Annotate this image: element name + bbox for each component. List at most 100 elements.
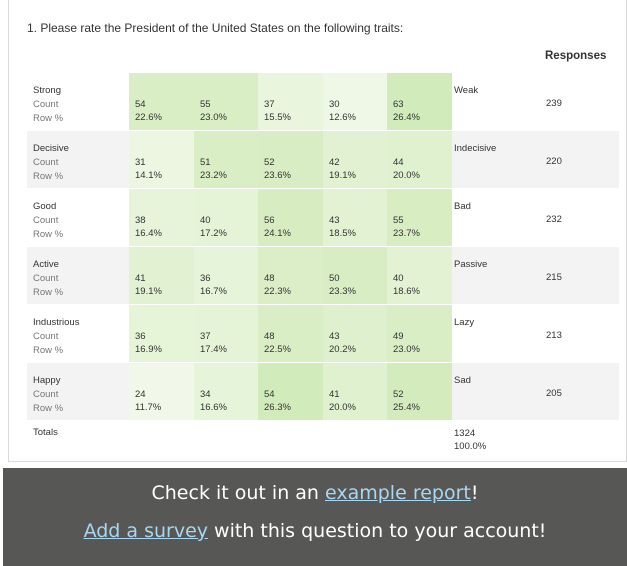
score-count: 30 (329, 99, 340, 110)
score-percent: 23.3% (329, 286, 356, 297)
score-percent: 22.6% (135, 112, 162, 123)
score-cell: 55 23.0% (194, 73, 259, 130)
score-percent: 20.0% (329, 402, 356, 413)
responses-count: 205 (546, 388, 562, 399)
score-cell: 37 15.5% (258, 73, 323, 130)
opposite-trait-label: Sad (454, 375, 471, 386)
score-cell: 48 22.5% (258, 305, 323, 362)
score-percent: 17.4% (200, 344, 227, 355)
score-cell: 24 11.7% (129, 363, 194, 420)
trait-label-cell: Decisive Count Row % (33, 142, 69, 184)
score-count: 41 (135, 273, 146, 284)
add-survey-link[interactable]: Add a survey (84, 520, 208, 542)
responses-header: Responses (545, 50, 607, 62)
score-count: 36 (200, 273, 211, 284)
trait-label-cell: Strong Count Row % (33, 84, 63, 126)
opposite-trait-label: Indecisive (454, 143, 497, 154)
score-percent: 24.1% (264, 228, 291, 239)
score-count: 51 (200, 157, 211, 168)
score-count: 49 (393, 331, 404, 342)
score-count: 41 (329, 389, 340, 400)
score-count: 38 (135, 215, 146, 226)
trait-name: Decisive (33, 143, 69, 154)
table-row: Active Count Row % 41 19.1% 36 16.7% 48 22.3% 50 2… (27, 247, 619, 304)
table-row: Decisive Count Row % 31 14.1% 51 23.2% 52 23.6% 4… (27, 131, 619, 188)
score-count: 56 (264, 215, 275, 226)
question-title: 1. Please rate the President of the Unit… (27, 21, 404, 35)
count-label: Count (33, 157, 59, 168)
score-cell: 30 12.6% (323, 73, 388, 130)
count-label: Count (33, 215, 59, 226)
score-count: 52 (393, 389, 404, 400)
score-percent: 18.5% (329, 228, 356, 239)
responses-count: 232 (546, 214, 562, 225)
score-percent: 14.1% (135, 170, 162, 181)
opposite-trait-label: Bad (454, 201, 471, 212)
score-cell: 48 22.3% (258, 247, 323, 304)
score-count: 24 (135, 389, 146, 400)
score-cell: 55 23.7% (387, 189, 452, 246)
score-count: 52 (264, 157, 275, 168)
score-count: 31 (135, 157, 146, 168)
score-cell: 50 23.3% (323, 247, 388, 304)
example-report-link[interactable]: example report (325, 482, 471, 504)
row-percent-label: Row % (33, 113, 64, 124)
row-percent-label: Row % (33, 403, 64, 414)
trait-name: Happy (33, 375, 61, 386)
score-percent: 18.6% (393, 286, 420, 297)
score-percent: 26.4% (393, 112, 420, 123)
cta-text: with this question to your account! (208, 520, 547, 542)
opposite-trait-label: Lazy (454, 317, 475, 328)
score-count: 48 (264, 331, 275, 342)
score-cell: 31 14.1% (129, 131, 194, 188)
trait-label-cell: Active Count Row % (33, 258, 63, 300)
score-percent: 16.4% (135, 228, 162, 239)
table-row: Strong Count Row % 54 22.6% 55 23.0% 37 15.5% 30 1… (27, 73, 619, 130)
trait-name: Industrious (33, 317, 80, 328)
cta-text: Check it out in an (151, 482, 325, 504)
score-percent: 16.9% (135, 344, 162, 355)
table-row: Industrious Count Row % 36 16.9% 37 17.4% 48 22.… (27, 305, 619, 362)
score-cell: 52 23.6% (258, 131, 323, 188)
trait-label-cell: Industrious Count Row % (33, 316, 79, 358)
score-percent: 25.4% (393, 402, 420, 413)
score-cell: 56 24.1% (258, 189, 323, 246)
score-percent: 26.3% (264, 402, 291, 413)
row-percent-label: Row % (33, 345, 64, 356)
cta-line-report: Check it out in an example report! (3, 482, 627, 504)
call-to-action-banner: Check it out in an example report! Add a… (3, 468, 627, 566)
opposite-trait-label: Weak (454, 85, 479, 96)
score-percent: 23.0% (200, 112, 227, 123)
score-percent: 16.7% (200, 286, 227, 297)
count-label: Count (33, 331, 59, 342)
table-row: Happy Count Row % 24 11.7% 34 16.6% 54 26.3% 41 20… (27, 363, 619, 420)
score-cell: 49 23.0% (387, 305, 452, 362)
score-cell: 52 25.4% (387, 363, 452, 420)
score-percent: 23.2% (200, 170, 227, 181)
score-count: 43 (329, 331, 340, 342)
count-label: Count (33, 273, 59, 284)
trait-name: Good (33, 201, 57, 212)
score-count: 40 (393, 273, 404, 284)
score-count: 55 (393, 215, 404, 226)
score-cell: 37 17.4% (194, 305, 259, 362)
score-count: 55 (200, 99, 211, 110)
totals-count: 1324 (454, 428, 476, 439)
row-percent-label: Row % (33, 287, 64, 298)
score-count: 54 (264, 389, 275, 400)
score-cell: 36 16.7% (194, 247, 259, 304)
responses-count: 239 (546, 98, 562, 109)
score-count: 36 (135, 331, 146, 342)
score-cell: 63 26.4% (387, 73, 452, 130)
score-percent: 12.6% (329, 112, 356, 123)
totals-label: Totals (33, 427, 58, 438)
cta-line-survey: Add a survey with this question to your … (3, 520, 627, 542)
score-percent: 11.7% (135, 402, 162, 413)
score-percent: 16.6% (200, 402, 227, 413)
score-percent: 20.0% (393, 170, 420, 181)
score-cell: 36 16.9% (129, 305, 194, 362)
cta-text: ! (470, 482, 479, 504)
score-percent: 19.1% (135, 286, 162, 297)
trait-name: Strong (33, 85, 61, 96)
score-percent: 22.3% (264, 286, 291, 297)
